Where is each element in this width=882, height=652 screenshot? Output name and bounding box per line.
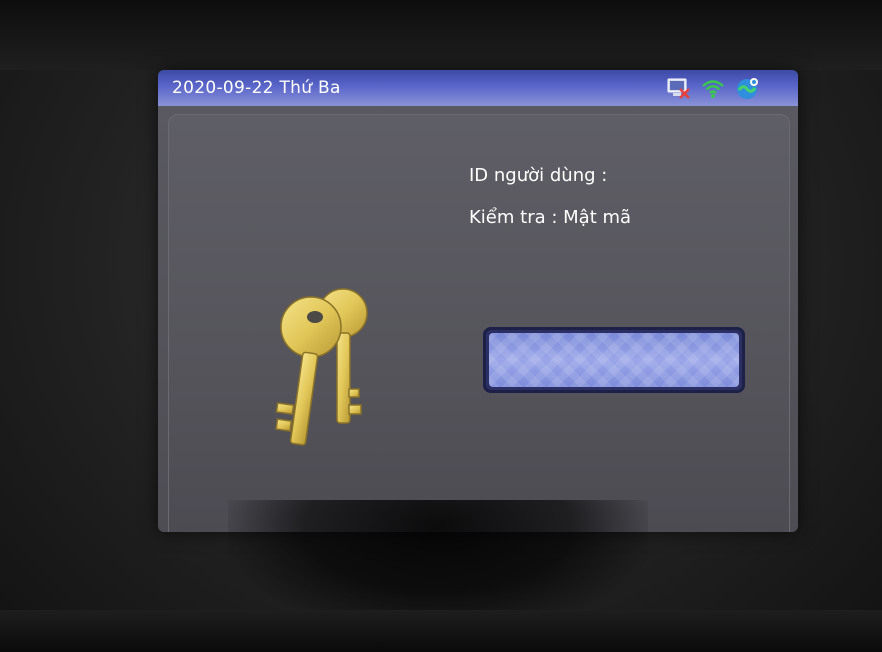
status-icons [666,75,760,101]
network-alert-icon [666,76,692,100]
date-day-text: 2020-09-22 Thứ Ba [172,78,341,98]
verification-panel: ID người dùng : Kiểm tra : Mật mã [168,114,790,532]
user-id-label: ID người dùng : [469,165,608,186]
lcd-screen: 2020-09-22 Thứ Ba ID người dùng: Kiểm t… [158,70,798,532]
password-input-fill [489,333,739,387]
password-input[interactable] [483,327,745,393]
device-bottom-bezel [0,610,882,652]
keys-icon [265,285,385,455]
wifi-icon [700,76,726,100]
verify-method-label: Kiểm tra : Mật mã [469,207,632,228]
device-body: 2020-09-22 Thứ Ba ID người dùng: Kiểm t… [0,0,882,652]
device-top-frame [0,0,882,70]
status-bar: 2020-09-22 Thứ Ba [158,70,798,106]
cloud-sync-icon [734,76,760,100]
